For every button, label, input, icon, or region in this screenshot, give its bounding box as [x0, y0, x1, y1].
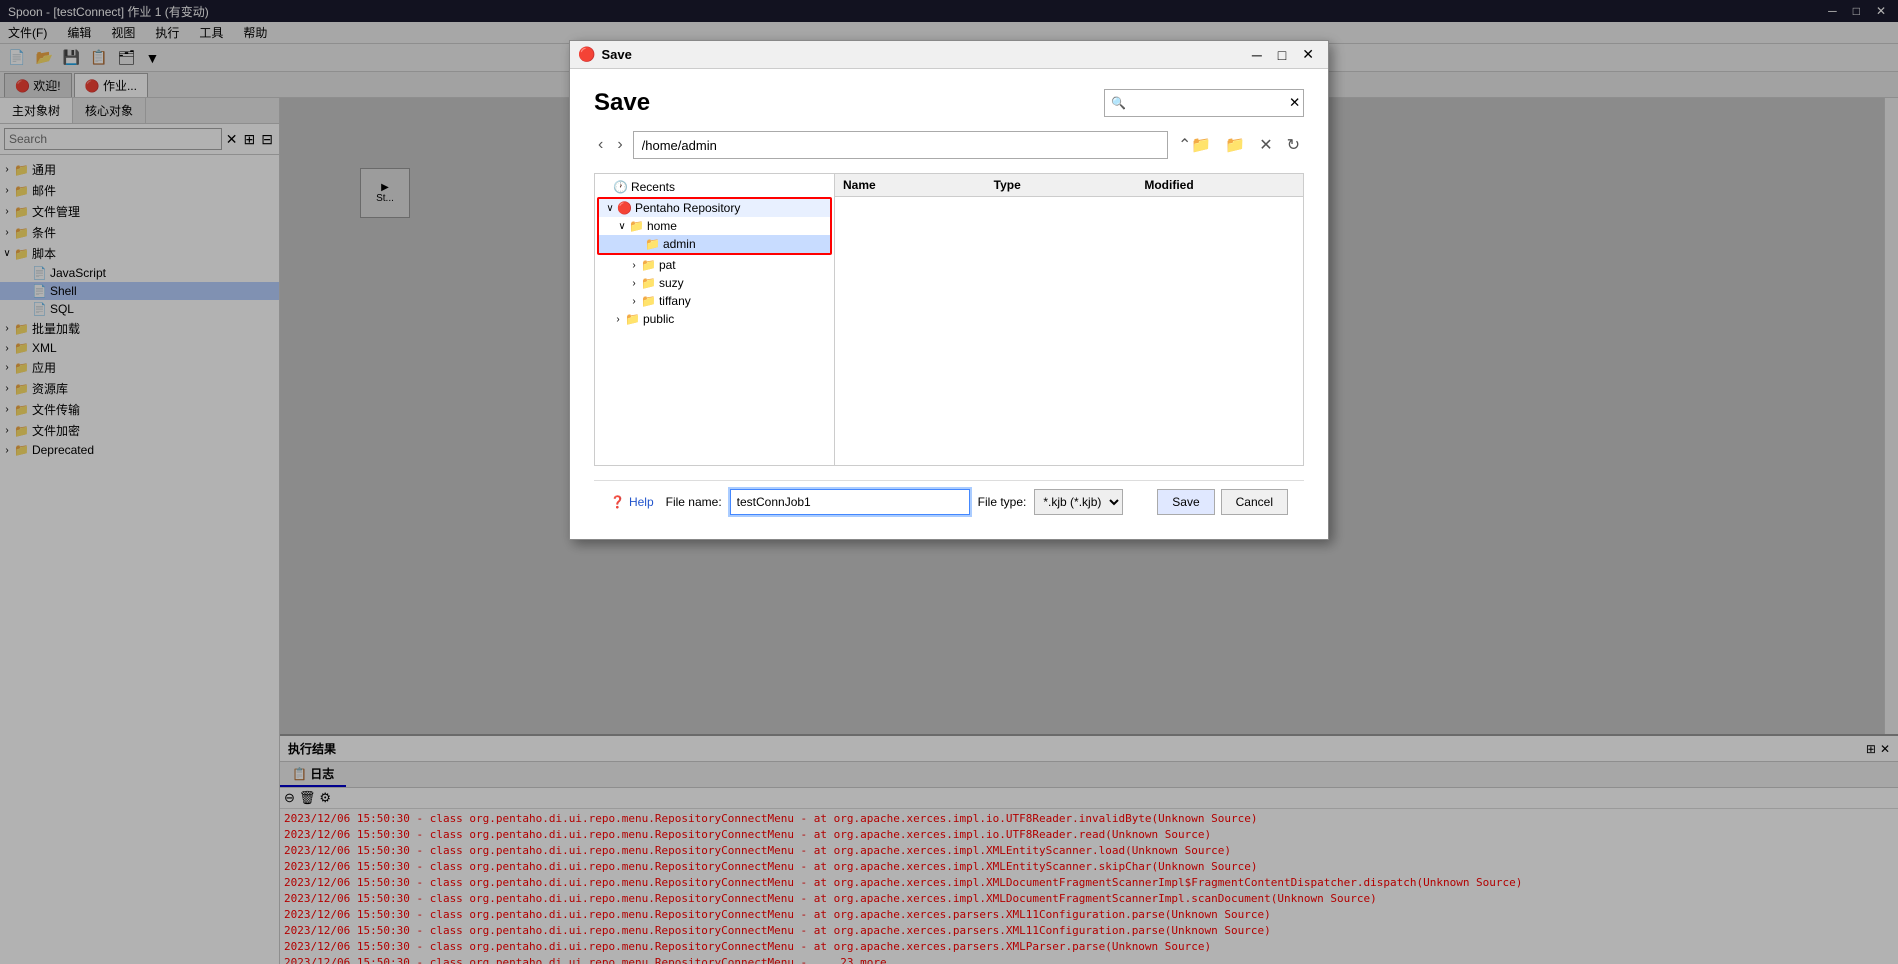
tiffany-folder-icon: 📁 — [641, 294, 656, 308]
modal-forward-btn[interactable]: › — [613, 136, 626, 154]
modal-folder-up-btn[interactable]: ⌃📁 — [1174, 135, 1215, 155]
col-modified: Modified — [1144, 178, 1295, 192]
home-label: home — [647, 219, 677, 233]
suzy-arrow: › — [627, 278, 641, 289]
recents-icon: 🕐 — [613, 180, 628, 194]
save-button[interactable]: Save — [1157, 489, 1214, 515]
modal-minimize-btn[interactable]: ─ — [1246, 46, 1268, 63]
tiffany-label: tiffany — [659, 294, 691, 308]
col-type: Type — [994, 178, 1145, 192]
modal-path-input[interactable] — [633, 131, 1168, 159]
filename-label: File name: — [666, 495, 722, 509]
footer-fields: File name: File type: *.kjb (*.kjb) — [666, 489, 1146, 515]
recents-label: Recents — [631, 180, 675, 194]
admin-label: admin — [663, 237, 696, 251]
repo-label: Pentaho Repository — [635, 201, 740, 215]
modal-delete-btn[interactable]: ✕ — [1255, 135, 1276, 155]
repo-icon: 🔴 — [617, 201, 632, 215]
modal-footer: ❓ Help File name: File type: *.kjb (*.kj… — [594, 480, 1304, 523]
modal-search-input[interactable] — [1130, 96, 1285, 110]
home-folder-icon: 📁 — [629, 219, 644, 233]
public-item[interactable]: › 📁 public — [595, 310, 834, 328]
public-arrow: › — [611, 314, 625, 325]
admin-item[interactable]: 📁 admin — [599, 235, 830, 253]
modal-nav-row: ‹ › ⌃📁 📁 ✕ ↻ — [594, 131, 1304, 159]
filename-input[interactable] — [730, 489, 970, 515]
modal-title: 🔴 Save — [578, 46, 632, 63]
modal-overlay: 🔴 Save ─ □ ✕ Save 🔍 ✕ ‹ — [0, 0, 1898, 964]
help-link[interactable]: ❓ Help — [610, 495, 654, 509]
public-folder-icon: 📁 — [625, 312, 640, 326]
modal-header-row: Save 🔍 ✕ — [594, 89, 1304, 117]
tiffany-arrow: › — [627, 296, 641, 307]
modal-title-icon: 🔴 — [578, 46, 595, 63]
modal-titlebar: 🔴 Save ─ □ ✕ — [570, 41, 1328, 69]
modal-right-panel: Name Type Modified — [835, 174, 1303, 465]
modal-search-icon: 🔍 — [1111, 96, 1126, 110]
modal-title-text: Save — [601, 47, 631, 62]
help-icon: ❓ — [610, 495, 625, 509]
modal-heading: Save — [594, 89, 650, 117]
modal-refresh-btn[interactable]: ↻ — [1283, 135, 1304, 155]
modal-search-clear[interactable]: ✕ — [1289, 95, 1300, 111]
modal-maximize-btn[interactable]: □ — [1272, 46, 1292, 63]
filetype-select[interactable]: *.kjb (*.kjb) — [1034, 489, 1123, 515]
help-label: Help — [629, 495, 654, 509]
save-dialog: 🔴 Save ─ □ ✕ Save 🔍 ✕ ‹ — [569, 40, 1329, 540]
modal-content-area: 🕐 Recents ∨ 🔴 Pentaho Repository — [594, 173, 1304, 466]
modal-window-controls: ─ □ ✕ — [1246, 46, 1320, 63]
modal-body: Save 🔍 ✕ ‹ › ⌃📁 📁 ✕ ↻ — [570, 69, 1328, 539]
modal-new-folder-btn[interactable]: 📁 — [1221, 135, 1249, 155]
filetype-label: File type: — [978, 495, 1027, 509]
pat-label: pat — [659, 258, 676, 272]
tiffany-item[interactable]: › 📁 tiffany — [595, 292, 834, 310]
modal-close-btn[interactable]: ✕ — [1296, 46, 1320, 63]
home-item[interactable]: ∨ 📁 home — [599, 217, 830, 235]
suzy-label: suzy — [659, 276, 684, 290]
cancel-button[interactable]: Cancel — [1221, 489, 1288, 515]
col-name: Name — [843, 178, 994, 192]
footer-buttons: Save Cancel — [1157, 489, 1288, 515]
public-label: public — [643, 312, 674, 326]
modal-right-header: Name Type Modified — [835, 174, 1303, 197]
admin-folder-icon: 📁 — [645, 237, 660, 251]
modal-back-btn[interactable]: ‹ — [594, 136, 607, 154]
suzy-folder-icon: 📁 — [641, 276, 656, 290]
suzy-item[interactable]: › 📁 suzy — [595, 274, 834, 292]
pentaho-repo-item[interactable]: ∨ 🔴 Pentaho Repository — [599, 199, 830, 217]
modal-search-bar: 🔍 ✕ — [1104, 89, 1304, 117]
red-selection-box: ∨ 🔴 Pentaho Repository ∨ 📁 home — [597, 197, 832, 255]
pat-item[interactable]: › 📁 pat — [595, 256, 834, 274]
repo-arrow: ∨ — [603, 203, 617, 214]
home-arrow: ∨ — [615, 221, 629, 232]
pat-arrow: › — [627, 260, 641, 271]
recents-item[interactable]: 🕐 Recents — [595, 178, 834, 196]
modal-left-panel: 🕐 Recents ∨ 🔴 Pentaho Repository — [595, 174, 835, 465]
pat-folder-icon: 📁 — [641, 258, 656, 272]
